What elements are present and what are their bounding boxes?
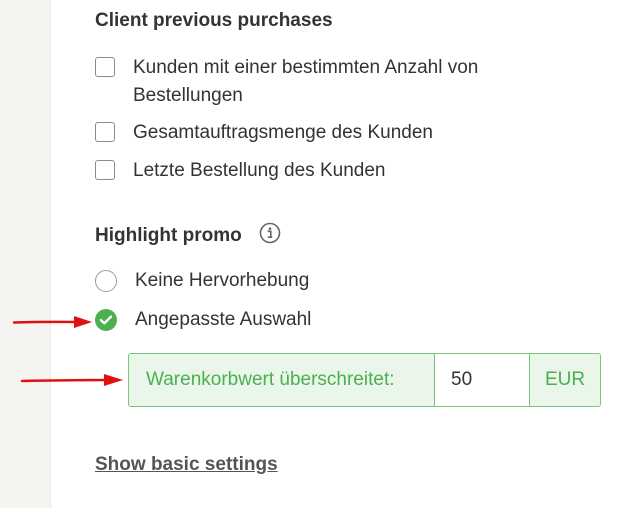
info-circle-icon[interactable] bbox=[259, 222, 281, 250]
option-label: Angepasste Auswahl bbox=[135, 309, 312, 330]
option-label: Letzte Bestellung des Kunden bbox=[133, 160, 386, 181]
highlight-title-text: Highlight promo bbox=[95, 225, 242, 247]
cart-value-threshold-group: Warenkorbwert überschreitet: EUR bbox=[128, 353, 601, 407]
threshold-value-input[interactable] bbox=[435, 354, 530, 406]
option-label-line-1: Kunden mit einer bestimmten Anzahl von bbox=[133, 57, 479, 78]
checkbox[interactable] bbox=[95, 57, 115, 77]
option-label: Keine Hervorhebung bbox=[135, 270, 310, 291]
highlight-option-custom[interactable]: Angepasste Auswahl bbox=[95, 306, 311, 334]
left-sidebar-strip bbox=[0, 0, 51, 508]
radio-button-selected[interactable] bbox=[95, 309, 117, 331]
checkbox[interactable] bbox=[95, 160, 115, 180]
red-arrow-icon bbox=[12, 316, 92, 328]
option-label-line-2: Bestellungen bbox=[133, 85, 243, 106]
highlight-section-title: Highlight promo bbox=[95, 222, 281, 250]
option-label: Gesamtauftragsmenge des Kunden bbox=[133, 122, 433, 143]
red-arrow-icon bbox=[20, 374, 123, 386]
check-icon bbox=[99, 315, 113, 325]
option-label: Kunden mit einer bestimmten Anzahl von B… bbox=[133, 54, 478, 110]
radio-button[interactable] bbox=[95, 270, 117, 292]
purchases-option-total-amount[interactable]: Gesamtauftragsmenge des Kunden bbox=[95, 119, 433, 147]
threshold-label: Warenkorbwert überschreitet: bbox=[129, 354, 435, 406]
threshold-currency-unit: EUR bbox=[530, 354, 600, 406]
purchases-option-last-order[interactable]: Letzte Bestellung des Kunden bbox=[95, 157, 385, 185]
purchases-option-order-count[interactable]: Kunden mit einer bestimmten Anzahl von B… bbox=[95, 54, 478, 110]
show-basic-settings-link[interactable]: Show basic settings bbox=[95, 454, 278, 476]
highlight-option-none[interactable]: Keine Hervorhebung bbox=[95, 267, 309, 295]
checkbox[interactable] bbox=[95, 122, 115, 142]
purchases-section-title: Client previous purchases bbox=[95, 10, 333, 31]
